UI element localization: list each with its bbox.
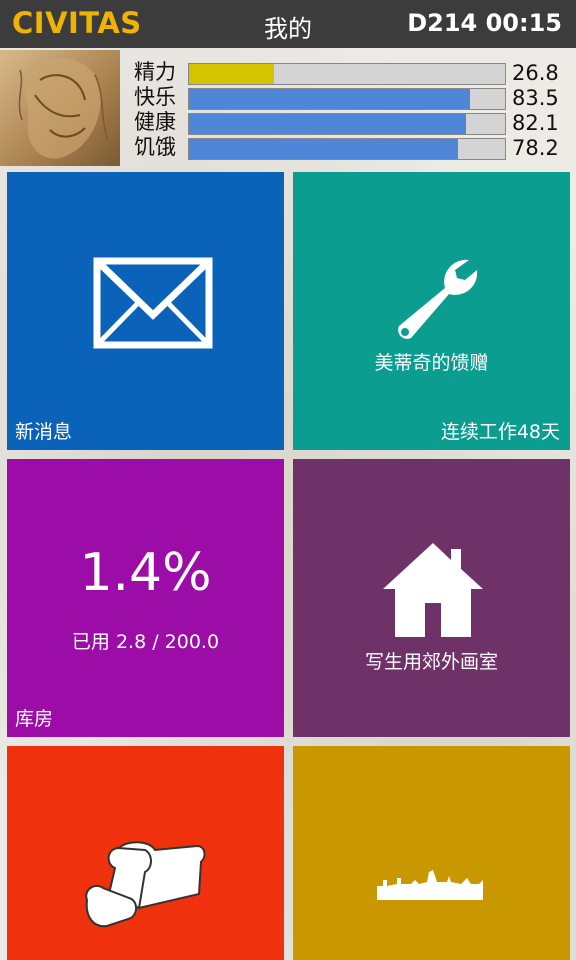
bread-icon <box>85 841 206 928</box>
tile-label: 写生用郊外画室 <box>364 651 498 673</box>
tile-home[interactable]: 写生用郊外画室 <box>293 459 570 737</box>
stat-label: 精力 <box>134 60 176 84</box>
tile-medici-gift[interactable]: 美蒂奇的馈赠 连续工作48天 <box>293 172 570 450</box>
stat-bar-fill <box>189 64 274 84</box>
stat-label: 健康 <box>134 110 176 134</box>
stat-bar <box>188 138 506 160</box>
house-icon <box>383 543 483 637</box>
envelope-icon <box>93 257 213 349</box>
stat-bar-fill <box>189 139 458 159</box>
stat-bar-fill <box>189 89 470 109</box>
stat-value: 26.8 <box>512 61 559 85</box>
top-bar: CIVITAS 我的 D214 00:15 <box>0 0 576 48</box>
tile-caption: 新消息 <box>15 421 73 443</box>
tile-food[interactable] <box>7 746 284 960</box>
stat-health: 健康 82.1 <box>134 110 564 135</box>
tile-city[interactable] <box>293 746 570 960</box>
stat-happiness: 快乐 83.5 <box>134 85 564 110</box>
stat-bar <box>188 63 506 85</box>
stat-energy: 精力 26.8 <box>134 60 564 85</box>
game-clock: D214 00:15 <box>407 9 562 37</box>
wrench-icon <box>398 259 478 339</box>
stat-label: 快乐 <box>134 85 176 109</box>
tile-warehouse[interactable]: 1.4% 已用 2.8 / 200.0 库房 <box>7 459 284 737</box>
tile-caption: 库房 <box>15 708 54 730</box>
stat-value: 83.5 <box>512 86 559 110</box>
stat-bar-fill <box>189 114 466 134</box>
stats-panel: 精力 26.8 快乐 83.5 健康 82.1 饥饿 78.2 <box>134 60 564 160</box>
storage-used: 已用 2.8 / 200.0 <box>71 631 220 653</box>
stat-value: 82.1 <box>512 111 559 135</box>
stat-hunger: 饥饿 78.2 <box>134 135 564 160</box>
stat-value: 78.2 <box>512 136 559 160</box>
tile-messages[interactable]: 新消息 <box>7 172 284 450</box>
tile-caption: 连续工作48天 <box>440 421 560 443</box>
tile-label: 美蒂奇的馈赠 <box>374 352 489 374</box>
storage-percent: 1.4% <box>79 543 212 603</box>
stat-bar <box>188 88 506 110</box>
stat-label: 饥饿 <box>134 135 176 159</box>
avatar[interactable] <box>0 50 120 166</box>
city-skyline-icon <box>377 870 483 900</box>
stat-bar <box>188 113 506 135</box>
